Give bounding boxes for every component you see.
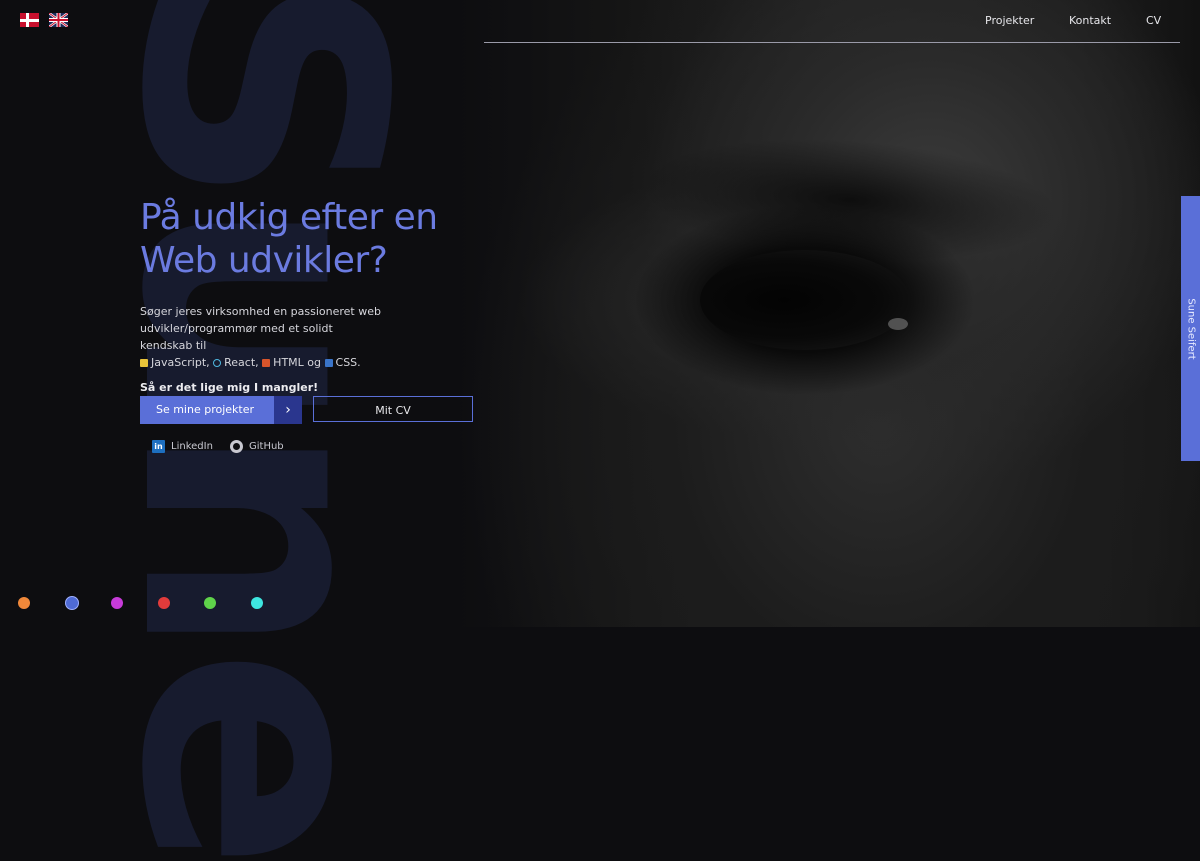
github-link[interactable]: GitHub — [230, 440, 284, 453]
separator-comma: , — [206, 356, 210, 369]
hero-intro-text: Søger jeres virksomhed en passioneret we… — [140, 305, 381, 352]
linkedin-icon: in — [152, 440, 165, 453]
tech-javascript: JavaScript — [151, 356, 207, 369]
tech-html: HTML — [273, 356, 304, 369]
separator-period: . — [357, 356, 361, 369]
danish-flag-icon[interactable] — [20, 13, 39, 27]
side-name-label: Sune Seifert — [1185, 297, 1196, 360]
separator-og: og — [307, 356, 322, 369]
css-icon — [324, 359, 333, 367]
language-switcher — [20, 13, 68, 27]
portrait-eye — [700, 250, 910, 350]
theme-color-dot[interactable] — [111, 597, 123, 609]
see-projects-label: Se mine projekter — [155, 403, 255, 416]
side-name-tab[interactable]: Sune Seifert — [1181, 196, 1200, 461]
name-watermark: Sune — [69, 0, 453, 861]
top-navigation: Projekter Kontakt CV — [484, 0, 1180, 43]
theme-color-dot[interactable] — [157, 597, 170, 609]
theme-color-dot[interactable] — [64, 596, 79, 610]
separator-comma: , — [255, 356, 259, 369]
chevron-right-icon: › — [274, 396, 302, 424]
theme-color-dot[interactable] — [18, 597, 30, 609]
html-icon — [262, 359, 271, 367]
javascript-icon — [140, 359, 148, 367]
hero-description: Søger jeres virksomhed en passioneret we… — [140, 303, 385, 371]
my-cv-button[interactable]: Mit CV — [313, 396, 473, 422]
hero-section: På udkig efter en Web udvikler? Søger je… — [140, 196, 520, 394]
github-label: GitHub — [249, 441, 284, 452]
theme-color-dot[interactable] — [250, 597, 263, 609]
github-icon — [230, 440, 243, 453]
hero-title: På udkig efter en Web udvikler? — [140, 197, 438, 281]
linkedin-label: LinkedIn — [171, 441, 213, 452]
uk-flag-icon[interactable] — [49, 13, 68, 27]
react-icon — [213, 359, 222, 367]
tech-react: React — [224, 356, 256, 369]
tech-css: CSS — [335, 356, 358, 369]
nav-link-cv[interactable]: CV — [1146, 14, 1161, 27]
see-projects-button[interactable]: Se mine projekter › — [140, 396, 302, 424]
linkedin-link[interactable]: in LinkedIn — [152, 440, 213, 453]
nav-link-projekter[interactable]: Projekter — [985, 14, 1034, 27]
hero-callout: Så er det lige mig I mangler! — [140, 381, 319, 394]
theme-color-dot[interactable] — [204, 597, 216, 609]
portrait-eye-highlight — [888, 318, 908, 330]
nav-link-kontakt[interactable]: Kontakt — [1069, 14, 1111, 27]
